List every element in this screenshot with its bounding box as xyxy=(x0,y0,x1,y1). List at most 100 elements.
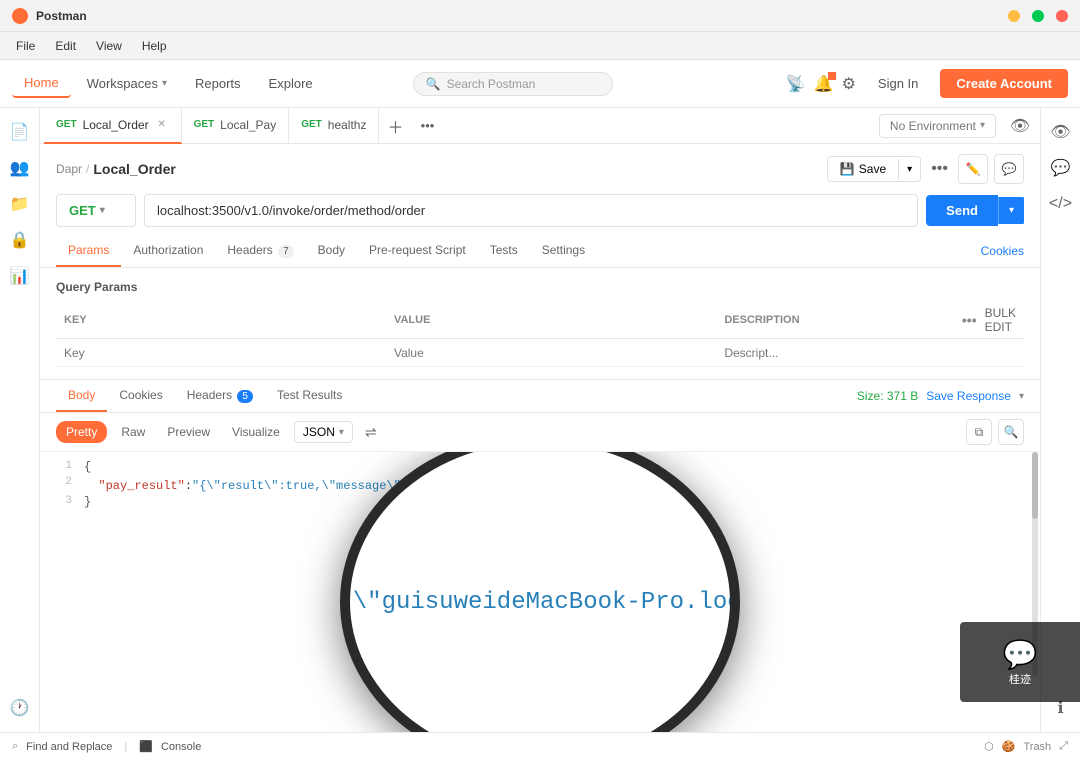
nav-reports[interactable]: Reports xyxy=(183,70,253,97)
eye-icon[interactable]: 👁 xyxy=(1004,110,1036,142)
watermark-text: 桂迹 xyxy=(1009,671,1031,687)
search-icon: 🔍 xyxy=(426,77,441,91)
console-label[interactable]: Console xyxy=(161,741,201,753)
save-dropdown-button[interactable]: ▾ xyxy=(898,159,920,180)
search-response-button[interactable]: 🔍 xyxy=(998,419,1024,445)
header-nav: Home Workspaces ▾ Reports Explore xyxy=(12,69,325,98)
description-input[interactable] xyxy=(724,346,946,360)
bell-icon[interactable]: 🔔 xyxy=(814,74,834,94)
shield-icon[interactable]: 🔒 xyxy=(4,224,36,256)
more-params-icon[interactable]: ••• xyxy=(962,312,977,328)
response-toolbar-right: ⧉ 🔍 xyxy=(966,419,1024,445)
find-replace-icon[interactable]: ⌕ xyxy=(12,740,18,753)
cookies-link[interactable]: Cookies xyxy=(981,244,1024,258)
format-selector[interactable]: JSON ▾ xyxy=(294,421,353,443)
save-button[interactable]: 💾 Save xyxy=(828,157,898,181)
satellite-icon[interactable]: 📡 xyxy=(786,74,806,94)
comment-right-icon[interactable]: 💬 xyxy=(1045,152,1077,184)
settings-icon[interactable]: ⚙ xyxy=(842,74,856,94)
send-dropdown-button[interactable]: ▾ xyxy=(998,197,1024,224)
tab-pre-request[interactable]: Pre-request Script xyxy=(357,235,478,267)
tab-body[interactable]: Body xyxy=(306,235,357,267)
bulk-edit-button[interactable]: Bulk Edit xyxy=(985,306,1016,334)
main-header: Home Workspaces ▾ Reports Explore 🔍 Sear… xyxy=(0,60,1080,108)
scrollbar-thumb[interactable] xyxy=(1032,452,1038,519)
wrap-icon[interactable]: ⇌ xyxy=(359,422,383,443)
tab-settings[interactable]: Settings xyxy=(530,235,597,267)
format-label: JSON xyxy=(303,425,335,439)
format-visualize-button[interactable]: Visualize xyxy=(224,421,288,443)
eye-right-icon[interactable]: 👁 xyxy=(1045,116,1077,148)
nav-home[interactable]: Home xyxy=(12,69,71,98)
response-meta: Size: 371 B Save Response ▾ xyxy=(857,389,1024,403)
more-actions-label[interactable]: ••• xyxy=(927,156,952,182)
query-params-section: Query Params KEY VALUE DESCRIPTION ••• B… xyxy=(40,268,1040,379)
tab-close-icon[interactable]: ✕ xyxy=(155,118,169,132)
resp-tab-headers[interactable]: Headers 5 xyxy=(175,380,265,412)
menu-file[interactable]: File xyxy=(8,37,43,55)
new-tab-icon[interactable]: 📄 xyxy=(4,116,36,148)
capture-icon[interactable]: ⬡ xyxy=(984,740,994,753)
comment-icon-button[interactable]: 💬 xyxy=(994,154,1024,184)
env-chevron-icon: ▾ xyxy=(980,120,985,131)
tab-authorization[interactable]: Authorization xyxy=(121,235,215,267)
method-chevron-icon: ▾ xyxy=(100,205,105,216)
copy-button[interactable]: ⧉ xyxy=(966,419,992,445)
close-button[interactable] xyxy=(1056,10,1068,22)
response-tabs-row: Body Cookies Headers 5 Test Results Size… xyxy=(40,380,1040,413)
tab-local-pay[interactable]: GET Local_Pay xyxy=(182,108,290,144)
add-tab-button[interactable]: ＋ xyxy=(379,108,411,144)
code-area: 1 { 2 "pay_result":"{\"result\":true,\"m… xyxy=(40,452,1040,732)
environment-selector[interactable]: No Environment ▾ xyxy=(879,114,996,138)
method-selector[interactable]: GET ▾ xyxy=(56,194,136,227)
key-input[interactable] xyxy=(64,346,378,360)
nav-workspaces[interactable]: Workspaces ▾ xyxy=(75,70,179,97)
menu-help[interactable]: Help xyxy=(134,37,175,55)
tab-healthz[interactable]: GET healthz xyxy=(289,108,379,144)
edit-icon-button[interactable]: ✏️ xyxy=(958,154,988,184)
resp-tab-test-results[interactable]: Test Results xyxy=(265,380,354,412)
value-input[interactable] xyxy=(394,346,708,360)
header-right: 📡 🔔 ⚙ Sign In Create Account xyxy=(786,69,1068,98)
create-account-button[interactable]: Create Account xyxy=(940,69,1068,98)
find-replace-label[interactable]: Find and Replace xyxy=(26,741,112,753)
save-button-group: 💾 Save ▾ xyxy=(827,156,921,182)
query-params-title: Query Params xyxy=(56,280,1024,294)
console-icon[interactable]: ⬛ xyxy=(139,740,153,753)
format-pretty-button[interactable]: Pretty xyxy=(56,421,107,443)
url-input[interactable] xyxy=(144,194,918,227)
code-line-2: 2 "pay_result":"{\"result\":true,\"messa… xyxy=(56,476,1024,493)
save-response-button[interactable]: Save Response xyxy=(926,389,1011,403)
nav-explore[interactable]: Explore xyxy=(257,70,325,97)
status-bar: ⌕ Find and Replace | ⬛ Console ⬡ 🍪 Trash… xyxy=(0,732,1080,760)
sign-in-button[interactable]: Sign In xyxy=(864,70,932,97)
trash-label[interactable]: Trash xyxy=(1023,741,1051,753)
send-button[interactable]: Send xyxy=(926,195,998,226)
resp-tab-cookies[interactable]: Cookies xyxy=(107,380,174,412)
minimize-button[interactable] xyxy=(1008,10,1020,22)
cookies-status-icon[interactable]: 🍪 xyxy=(1002,740,1016,753)
tab-tests[interactable]: Tests xyxy=(478,235,530,267)
history-icon[interactable]: 🕐 xyxy=(4,692,36,724)
env-label: No Environment xyxy=(890,119,976,133)
maximize-button[interactable] xyxy=(1032,10,1044,22)
menu-view[interactable]: View xyxy=(88,37,130,55)
chart-icon[interactable]: 📊 xyxy=(4,260,36,292)
tab-params[interactable]: Params xyxy=(56,235,121,267)
line-number: 3 xyxy=(56,495,72,507)
more-tabs-button[interactable]: ••• xyxy=(411,108,443,144)
format-preview-button[interactable]: Preview xyxy=(159,421,218,443)
menu-edit[interactable]: Edit xyxy=(47,37,84,55)
folder-icon[interactable]: 📁 xyxy=(4,188,36,220)
url-bar: GET ▾ Send ▾ xyxy=(56,194,1024,227)
save-resp-chevron-icon: ▾ xyxy=(1019,391,1024,402)
search-bar[interactable]: 🔍 Search Postman xyxy=(413,72,613,96)
app-layout: 📄 👥 📁 🔒 📊 🕐 GET Local_Order ✕ GET Local_… xyxy=(0,108,1080,732)
code-icon[interactable]: </> xyxy=(1045,188,1077,220)
resp-tab-body[interactable]: Body xyxy=(56,380,107,412)
tab-local-order[interactable]: GET Local_Order ✕ xyxy=(44,108,182,144)
people-icon[interactable]: 👥 xyxy=(4,152,36,184)
expand-icon[interactable]: ⤢ xyxy=(1059,740,1068,753)
tab-headers[interactable]: Headers 7 xyxy=(215,235,305,267)
format-raw-button[interactable]: Raw xyxy=(113,421,153,443)
